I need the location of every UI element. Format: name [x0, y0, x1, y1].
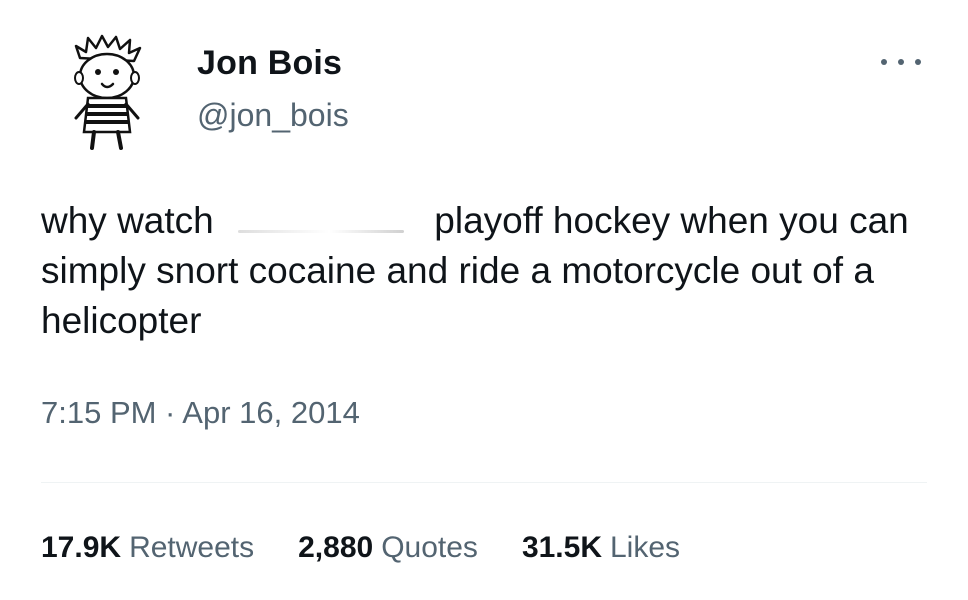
- tweet-card: Jon Bois @jon_bois why watch playoff hoc…: [0, 0, 968, 600]
- more-dot: [915, 59, 921, 65]
- divider: [41, 482, 927, 483]
- retweets-count: 17.9K: [41, 531, 122, 564]
- more-options-icon[interactable]: [881, 52, 921, 72]
- retweets-stat[interactable]: 17.9K Retweets: [41, 528, 254, 568]
- more-dot: [898, 59, 904, 65]
- more-dot: [881, 59, 887, 65]
- calvin-avatar-icon: [74, 34, 142, 150]
- engagement-stats: 17.9K Retweets 2,880 Quotes 31.5K Likes: [41, 528, 680, 568]
- likes-count: 31.5K: [521, 531, 602, 564]
- avatar[interactable]: [66, 34, 148, 152]
- retweets-label: Retweets: [129, 531, 255, 564]
- likes-stat[interactable]: 31.5K Likes: [522, 528, 680, 568]
- user-handle[interactable]: @jon_bois: [197, 95, 349, 135]
- display-name[interactable]: Jon Bois: [197, 42, 342, 84]
- tweet-text-start: why watch: [41, 200, 225, 241]
- tweet-text: why watch playoff hockey when you can si…: [41, 196, 921, 346]
- likes-label: Likes: [610, 531, 681, 564]
- tweet-timestamp[interactable]: 7:15 PM · Apr 16, 2014: [41, 393, 360, 433]
- quotes-stat[interactable]: 2,880 Quotes: [298, 528, 478, 568]
- quotes-count: 2,880: [298, 531, 374, 564]
- quotes-label: Quotes: [381, 531, 478, 564]
- redacted-text: [224, 203, 424, 237]
